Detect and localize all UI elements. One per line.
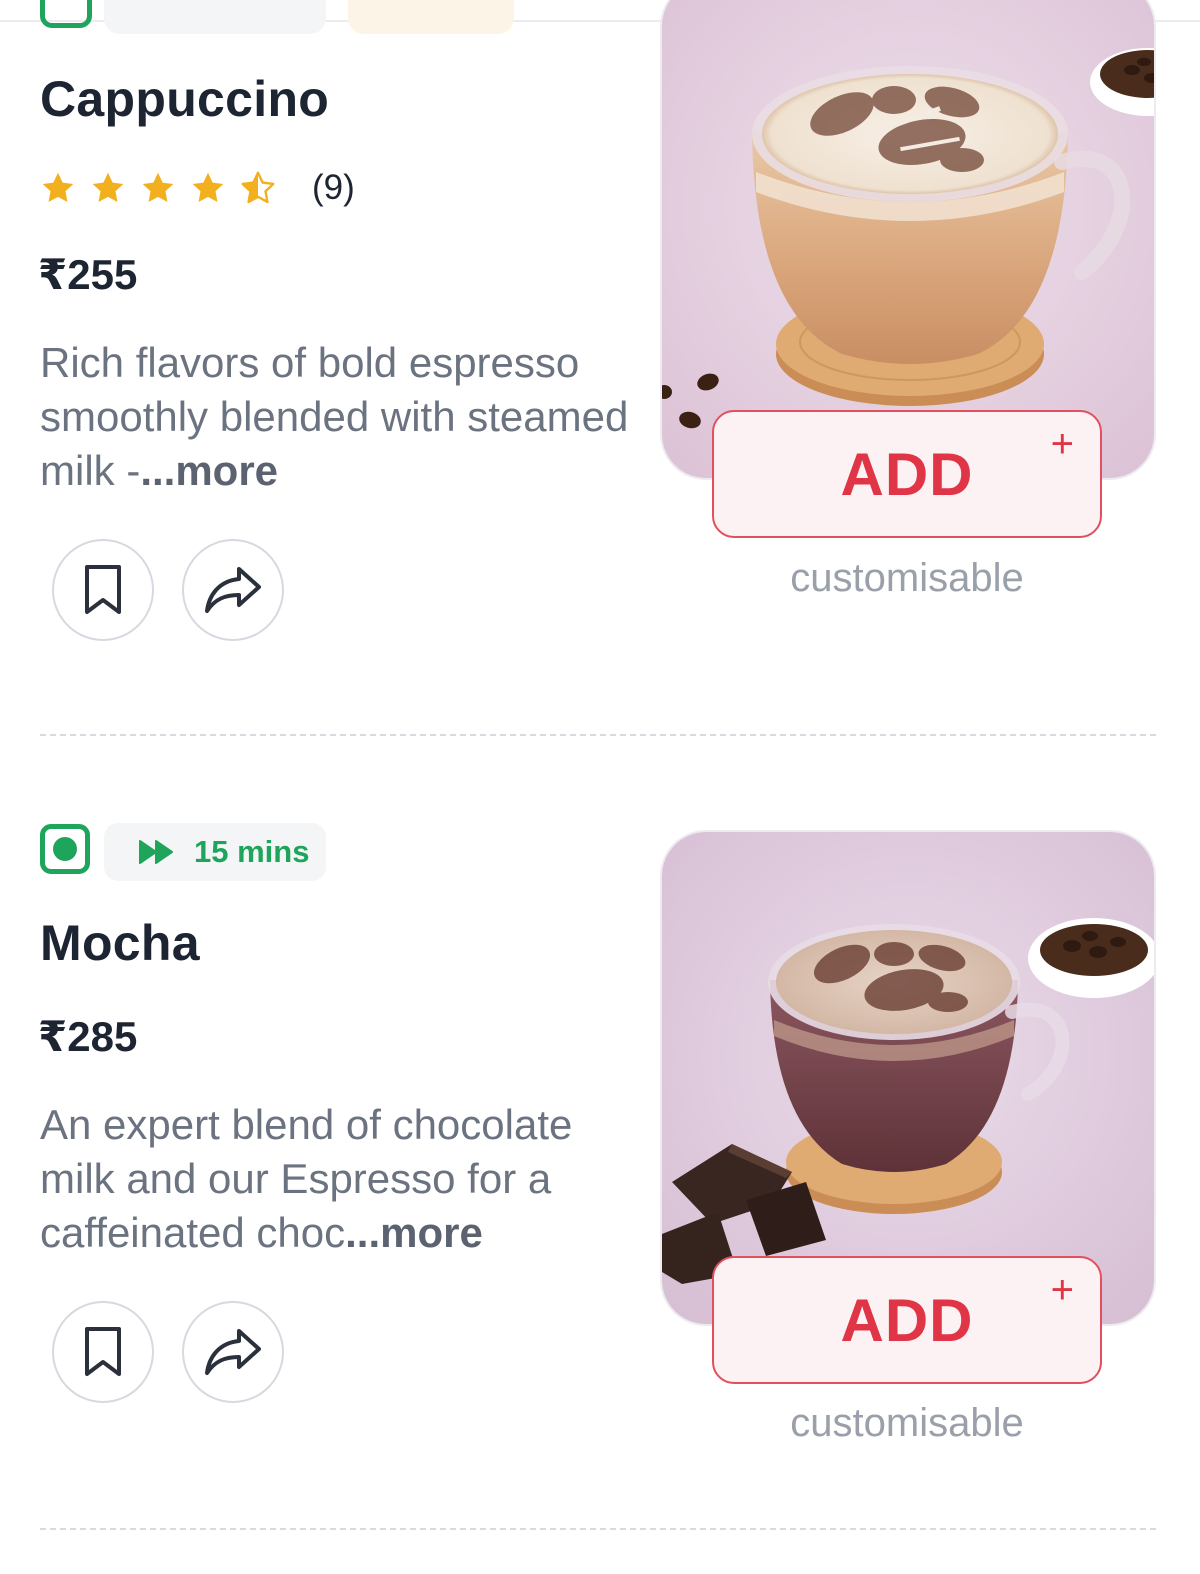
plus-icon: +: [1050, 1268, 1074, 1312]
add-label: ADD: [840, 1286, 974, 1354]
delivery-time: 15 mins: [194, 834, 310, 869]
mocha-photo: [662, 832, 1154, 1324]
veg-dot: [53, 837, 77, 861]
more-link[interactable]: ...more: [345, 1209, 483, 1256]
fast-forward-icon: [139, 840, 173, 864]
item-divider: [40, 1528, 1156, 1530]
veg-indicator-icon: [40, 824, 90, 874]
item-name: Mocha: [40, 915, 200, 971]
item-price: ₹285: [38, 1013, 138, 1060]
share-icon: [205, 1329, 261, 1375]
share-button[interactable]: [182, 1301, 284, 1403]
description-text: An expert blend of chocolate milk and ou…: [40, 1101, 573, 1256]
item-image[interactable]: [660, 830, 1156, 1326]
menu-page: Cappuccino (9) ₹255 Rich flavors of bold: [0, 0, 1200, 1574]
delivery-time-badge: 15 mins: [104, 823, 326, 881]
menu-item-mocha: 15 mins Mocha ₹285 An expert blend of ch…: [0, 0, 1200, 1574]
bookmark-icon: [85, 1327, 121, 1376]
item-description: An expert blend of chocolate milk and ou…: [40, 1098, 640, 1260]
bookmark-button[interactable]: [52, 1301, 154, 1403]
customisable-label: customisable: [790, 1401, 1024, 1445]
add-button[interactable]: ADD +: [712, 1256, 1102, 1384]
